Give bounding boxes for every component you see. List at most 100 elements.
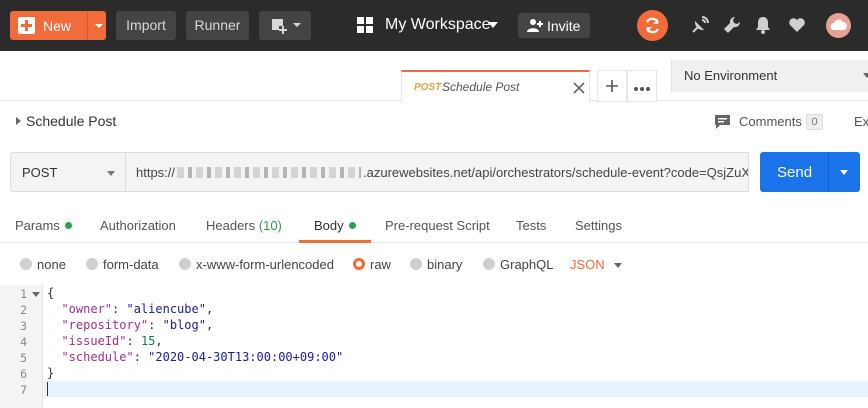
add-tab-button[interactable] [597, 70, 627, 102]
url-prefix: https:// [136, 165, 176, 180]
radio-circle [179, 258, 191, 270]
bell-icon[interactable] [753, 15, 773, 35]
new-window-icon [272, 19, 301, 34]
active-line-highlight [44, 381, 868, 397]
avatar[interactable] [826, 13, 851, 38]
close-icon[interactable] [572, 81, 586, 95]
line-number: 5 [20, 351, 27, 365]
fold-icon[interactable] [32, 292, 40, 298]
line-number: 4 [20, 335, 27, 349]
runner-button[interactable]: Runner [186, 11, 249, 40]
new-window-button[interactable] [259, 11, 311, 40]
status-dot [64, 222, 72, 229]
json-key: "repository" [61, 318, 149, 332]
url-suffix: .azurewebsites.net/api/orchestrators/sch… [363, 165, 749, 180]
plus-icon [18, 17, 35, 34]
url-text: https:// .azurewebsites.net/api/orchestra… [136, 165, 749, 180]
tab-body-label: Body [314, 218, 344, 233]
more-icon [634, 87, 650, 91]
radio-raw-label: raw [370, 257, 391, 272]
json-value: "blog" [162, 318, 206, 332]
send-divider [828, 152, 829, 192]
wrench-icon[interactable] [722, 15, 742, 35]
radio-circle-selected [353, 258, 365, 270]
sync-button[interactable] [637, 10, 668, 41]
heart-icon[interactable] [787, 15, 807, 35]
comments-label: Comments [739, 114, 802, 129]
active-tab-indicator [299, 240, 371, 243]
tab-params[interactable]: Params [15, 218, 72, 233]
send-label: Send [777, 164, 813, 181]
chevron-down-icon [488, 22, 498, 28]
add-user-icon [527, 19, 543, 32]
chevron-down-icon [863, 73, 868, 78]
format-label: JSON [570, 257, 605, 272]
brace-close: } [47, 366, 55, 380]
code-line: "owner": "aliencube", [61, 302, 214, 316]
tab-options-button[interactable] [627, 70, 657, 102]
tab-schedule-post[interactable]: POST Schedule Post [401, 70, 590, 102]
tab-tests[interactable]: Tests [516, 218, 546, 233]
new-button[interactable]: New [10, 11, 106, 40]
code-line: "schedule": "2020-04-30T13:00:00+09:00" [61, 350, 344, 364]
tab-settings[interactable]: Settings [575, 218, 622, 233]
code-line: "issueId": 15, [61, 334, 163, 348]
method-selector[interactable]: POST [10, 152, 126, 192]
invite-label: Invite [547, 18, 581, 34]
tab-prerequest-script[interactable]: Pre-request Script [385, 218, 490, 233]
tab-method: POST [414, 82, 442, 93]
radio-form-data-label: form-data [103, 257, 159, 272]
sync-icon [645, 17, 660, 34]
chevron-down-icon [107, 171, 115, 176]
grid-icon [357, 17, 373, 33]
url-input[interactable]: https:// .azurewebsites.net/api/orchestra… [125, 152, 749, 192]
send-button[interactable]: Send [760, 152, 860, 192]
radio-urlencoded-label: x-www-form-urlencoded [196, 257, 334, 272]
examples-button[interactable]: Ex [854, 114, 868, 129]
line-number: 3 [20, 319, 27, 333]
workspace-label: My Workspace [385, 16, 491, 33]
line-number: 6 [20, 367, 27, 381]
tab-headers[interactable]: Headers (10) [206, 218, 282, 233]
plus-icon [606, 80, 618, 92]
satellite-icon[interactable] [690, 15, 710, 35]
body-type-options: none form-data x-www-form-urlencoded raw… [0, 253, 868, 278]
invite-button[interactable]: Invite [518, 13, 590, 38]
import-button[interactable]: Import [116, 11, 176, 40]
code-editor[interactable]: 1 2 3 4 5 6 7 { "owner": "aliencube", "r… [0, 285, 868, 408]
top-toolbar: New Import Runner My Workspace Invite [0, 0, 868, 51]
code-line: { [47, 286, 54, 300]
method-label: POST [22, 165, 58, 180]
json-key: "schedule" [61, 350, 134, 364]
new-button-divider [87, 11, 88, 40]
status-dot [348, 222, 356, 229]
chevron-down-icon[interactable] [92, 19, 106, 33]
radio-circle [86, 258, 98, 270]
request-tabs: Params Authorization Headers (10) Body P… [0, 206, 868, 243]
tab-body[interactable]: Body [314, 218, 356, 233]
code-line: } [47, 366, 54, 380]
json-value: "2020-04-30T13:00:00+09:00" [148, 350, 344, 364]
json-key: "owner" [61, 302, 113, 316]
text-cursor [47, 382, 48, 396]
chevron-down-icon[interactable] [839, 169, 849, 176]
redacted-host [177, 167, 362, 178]
tab-authorization[interactable]: Authorization [100, 218, 176, 233]
json-value: "aliencube" [126, 302, 206, 316]
comment-icon [715, 115, 730, 129]
chevron-down-icon [614, 263, 622, 268]
environment-selector[interactable]: No Environment [671, 60, 868, 92]
line-gutter: 1 2 3 4 5 6 7 [0, 285, 43, 408]
chevron-right-icon[interactable] [16, 117, 21, 125]
line-number: 7 [20, 383, 27, 397]
json-key: "issueId" [61, 334, 127, 348]
format-selector[interactable]: JSON [570, 257, 622, 272]
new-button-label: New [43, 18, 72, 34]
request-title[interactable]: Schedule Post [26, 113, 116, 129]
line-number: 1 [20, 287, 27, 301]
tab-title: Schedule Post [442, 80, 520, 94]
line-number: 2 [20, 303, 27, 317]
environment-label: No Environment [684, 68, 778, 83]
comments-count-badge: 0 [806, 114, 823, 130]
brace-open: { [47, 286, 55, 300]
